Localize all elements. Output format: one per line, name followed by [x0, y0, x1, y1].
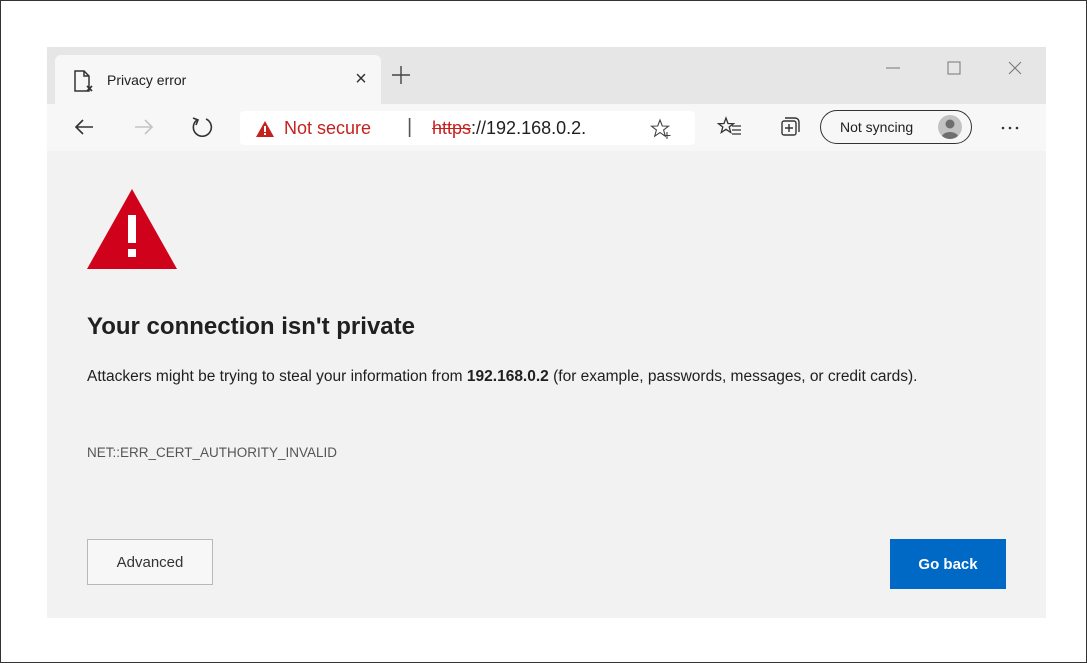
tab-privacy-error[interactable]: Privacy error × — [55, 55, 381, 104]
page-title: Your connection isn't private — [87, 313, 415, 340]
forward-arrow-icon — [131, 114, 157, 140]
description-text-end: (for example, passwords, messages, or cr… — [548, 368, 918, 385]
minimize-icon[interactable] — [873, 55, 913, 81]
url-scheme: https — [432, 118, 472, 138]
address-bar[interactable]: Not secure | https://192.168.0.2. — [240, 111, 695, 145]
page-error-icon — [73, 70, 95, 94]
error-code[interactable]: NET::ERR_CERT_AUTHORITY_INVALID — [87, 445, 337, 460]
browser-window: Privacy error × Not secure | https://192… — [47, 47, 1046, 618]
host-name: 192.168.0.2 — [466, 368, 549, 385]
address-separator: | — [407, 116, 413, 138]
error-page-content: Your connection isn't private Attackers … — [47, 151, 1046, 618]
avatar — [938, 115, 962, 139]
back-arrow-icon[interactable] — [71, 114, 97, 140]
sync-status-label: Not syncing — [840, 119, 914, 135]
description-text-start: Attackers might be trying to steal your … — [87, 368, 467, 385]
maximize-icon[interactable] — [934, 55, 974, 81]
security-status-label[interactable]: Not secure — [284, 118, 371, 139]
tab-strip: Privacy error × — [47, 47, 1046, 104]
go-back-button[interactable]: Go back — [890, 539, 1006, 589]
close-icon[interactable] — [995, 55, 1035, 81]
add-favorite-star-icon[interactable] — [649, 118, 672, 140]
error-description: Attackers might be trying to steal your … — [87, 361, 1007, 393]
tab-title: Privacy error — [107, 72, 187, 88]
refresh-icon[interactable] — [189, 114, 215, 140]
more-icon[interactable] — [997, 114, 1023, 140]
favorites-icon[interactable] — [716, 114, 743, 140]
plus-icon[interactable] — [389, 63, 413, 87]
url-text[interactable]: https://192.168.0.2. — [432, 118, 632, 139]
warning-triangle-icon[interactable] — [256, 121, 274, 137]
advanced-button[interactable]: Advanced — [87, 539, 213, 585]
navigation-toolbar: Not secure | https://192.168.0.2. Not sy… — [47, 104, 1046, 151]
large-warning-triangle-icon — [87, 189, 177, 269]
collections-icon[interactable] — [776, 114, 802, 140]
profile-sync-button[interactable]: Not syncing — [820, 110, 972, 144]
tab-close-icon[interactable]: × — [351, 67, 371, 91]
url-host: ://192.168.0.2. — [471, 118, 587, 138]
